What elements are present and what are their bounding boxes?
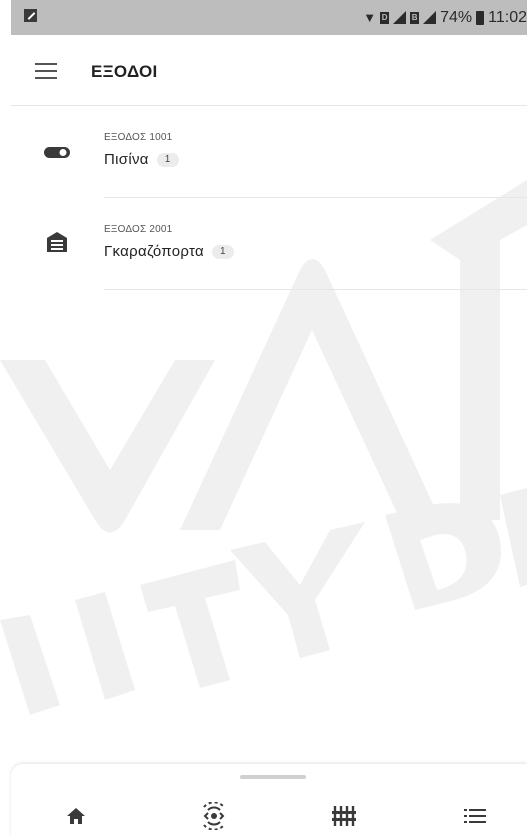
garage-icon <box>47 232 67 252</box>
page-title: ΕΞΟΔΟΙ <box>91 62 158 81</box>
list-item-output-2001[interactable]: ΕΞΟΔΟΣ 2001 Γκαραζόπορτα 1 <box>11 198 527 290</box>
nav-home-button[interactable] <box>56 800 96 832</box>
divider <box>104 289 527 290</box>
list-item-output-1001[interactable]: ΕΞΟΔΟΣ 1001 Πισίνα 1 <box>11 106 527 198</box>
output-subtitle: ΕΞΟΔΟΣ 2001 <box>104 224 173 235</box>
app-bar: ΕΞΟΔΟΙ <box>11 35 527 105</box>
output-name: Γκαραζόπορτα <box>104 243 204 260</box>
nav-sensor-button[interactable] <box>194 800 234 832</box>
outputs-list: ΕΞΟΔΟΣ 1001 Πισίνα 1 ΕΞΟΔΟΣ 2001 Γκαραζό… <box>11 106 527 290</box>
sensor-icon <box>203 802 225 830</box>
status-bar: ▼ D B 74% 11:02 <box>11 0 527 35</box>
home-icon <box>67 808 85 824</box>
menu-icon[interactable] <box>35 63 57 79</box>
nav-controls-button[interactable] <box>324 800 364 832</box>
signal-label-1: D <box>380 11 390 24</box>
controls-icon <box>332 806 356 826</box>
bottom-navigation <box>11 764 527 836</box>
signal-icon <box>423 11 437 24</box>
count-badge: 1 <box>156 152 179 167</box>
list-icon <box>464 809 486 823</box>
signal-icon <box>393 11 407 24</box>
battery-icon <box>476 10 485 25</box>
count-badge: 1 <box>211 244 234 259</box>
wifi-icon: ▼ <box>363 10 377 25</box>
toggle-icon <box>44 147 70 158</box>
drag-handle[interactable] <box>240 775 306 779</box>
battery-percent: 74% <box>440 8 473 26</box>
output-name: Πισίνα <box>104 151 149 168</box>
edit-icon <box>24 9 37 22</box>
signal-label-2: B <box>410 11 420 24</box>
status-indicators: ▼ D B 74% 11:02 <box>363 0 527 35</box>
output-subtitle: ΕΞΟΔΟΣ 1001 <box>104 132 173 143</box>
nav-list-button[interactable] <box>455 800 495 832</box>
clock: 11:02 <box>488 8 527 26</box>
